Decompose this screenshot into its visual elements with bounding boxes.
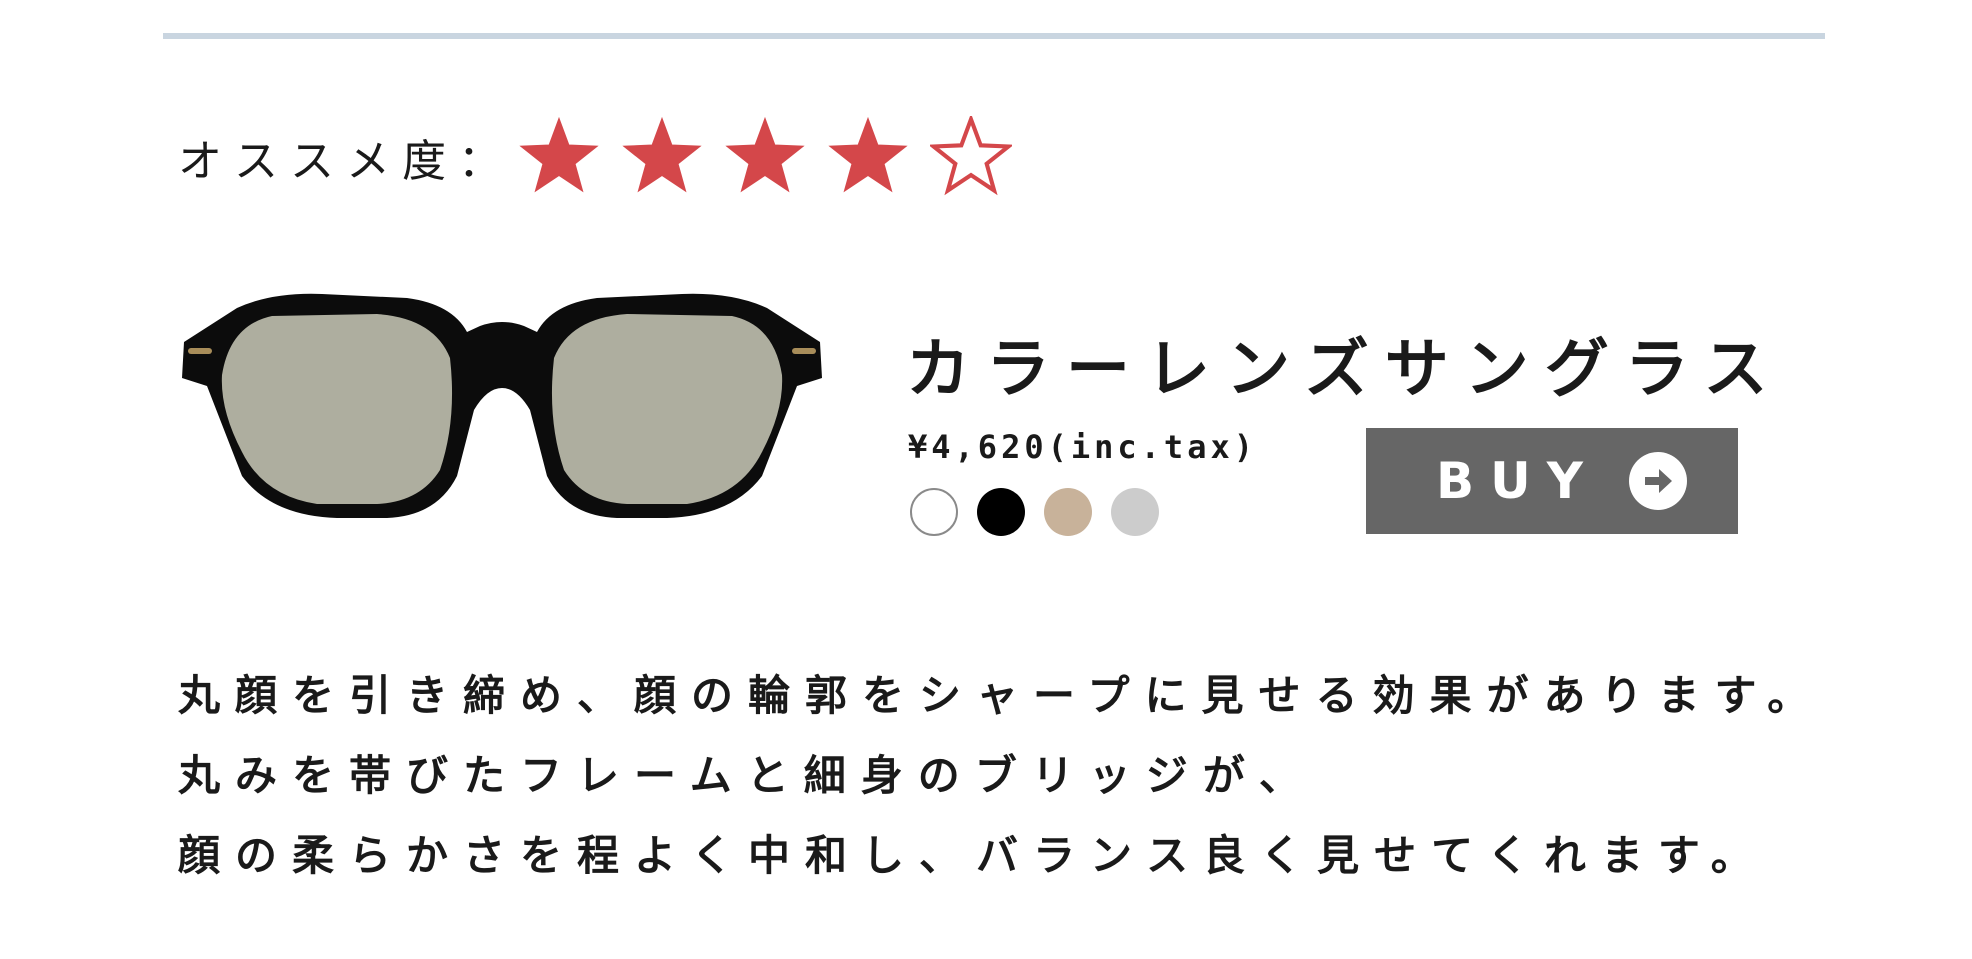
description-line: 丸みを帯びたフレームと細身のブリッジが、 bbox=[178, 751, 1316, 800]
product-description: 丸顔を引き締め、顔の輪郭をシャープに見せる効果があります。 丸みを帯びたフレーム… bbox=[178, 656, 1838, 896]
star-icon-1 bbox=[519, 116, 599, 193]
sunglasses-frame bbox=[182, 293, 822, 518]
color-swatch-white[interactable] bbox=[910, 488, 958, 536]
color-swatch-gray[interactable] bbox=[1111, 488, 1159, 536]
description-line: 丸顔を引き締め、顔の輪郭をシャープに見せる効果があります。 bbox=[178, 671, 1825, 720]
buy-button[interactable]: BUY bbox=[1366, 428, 1738, 534]
product-price: ¥4,620(inc.tax) bbox=[908, 428, 1257, 466]
color-swatch-black[interactable] bbox=[977, 488, 1025, 536]
buy-button-label: BUY bbox=[1436, 452, 1599, 510]
arrow-right-circle-icon bbox=[1629, 452, 1687, 510]
star-icon-5 bbox=[930, 116, 1012, 196]
rating-label: オススメ度： bbox=[178, 136, 514, 187]
star-icon-3 bbox=[725, 116, 805, 193]
top-divider bbox=[163, 33, 1825, 39]
star-icon-2 bbox=[622, 116, 702, 193]
sunglasses-image bbox=[182, 293, 822, 518]
color-swatches bbox=[910, 488, 1178, 536]
product-name: カラーレンズサングラス bbox=[906, 333, 1784, 407]
color-swatch-beige[interactable] bbox=[1044, 488, 1092, 536]
description-line: 顔の柔らかさを程よく中和し、バランス良く見せてくれます。 bbox=[178, 831, 1768, 880]
star-icon-4 bbox=[828, 116, 908, 193]
recommendation-rating: オススメ度： bbox=[178, 112, 1033, 202]
rating-stars bbox=[518, 116, 1033, 198]
